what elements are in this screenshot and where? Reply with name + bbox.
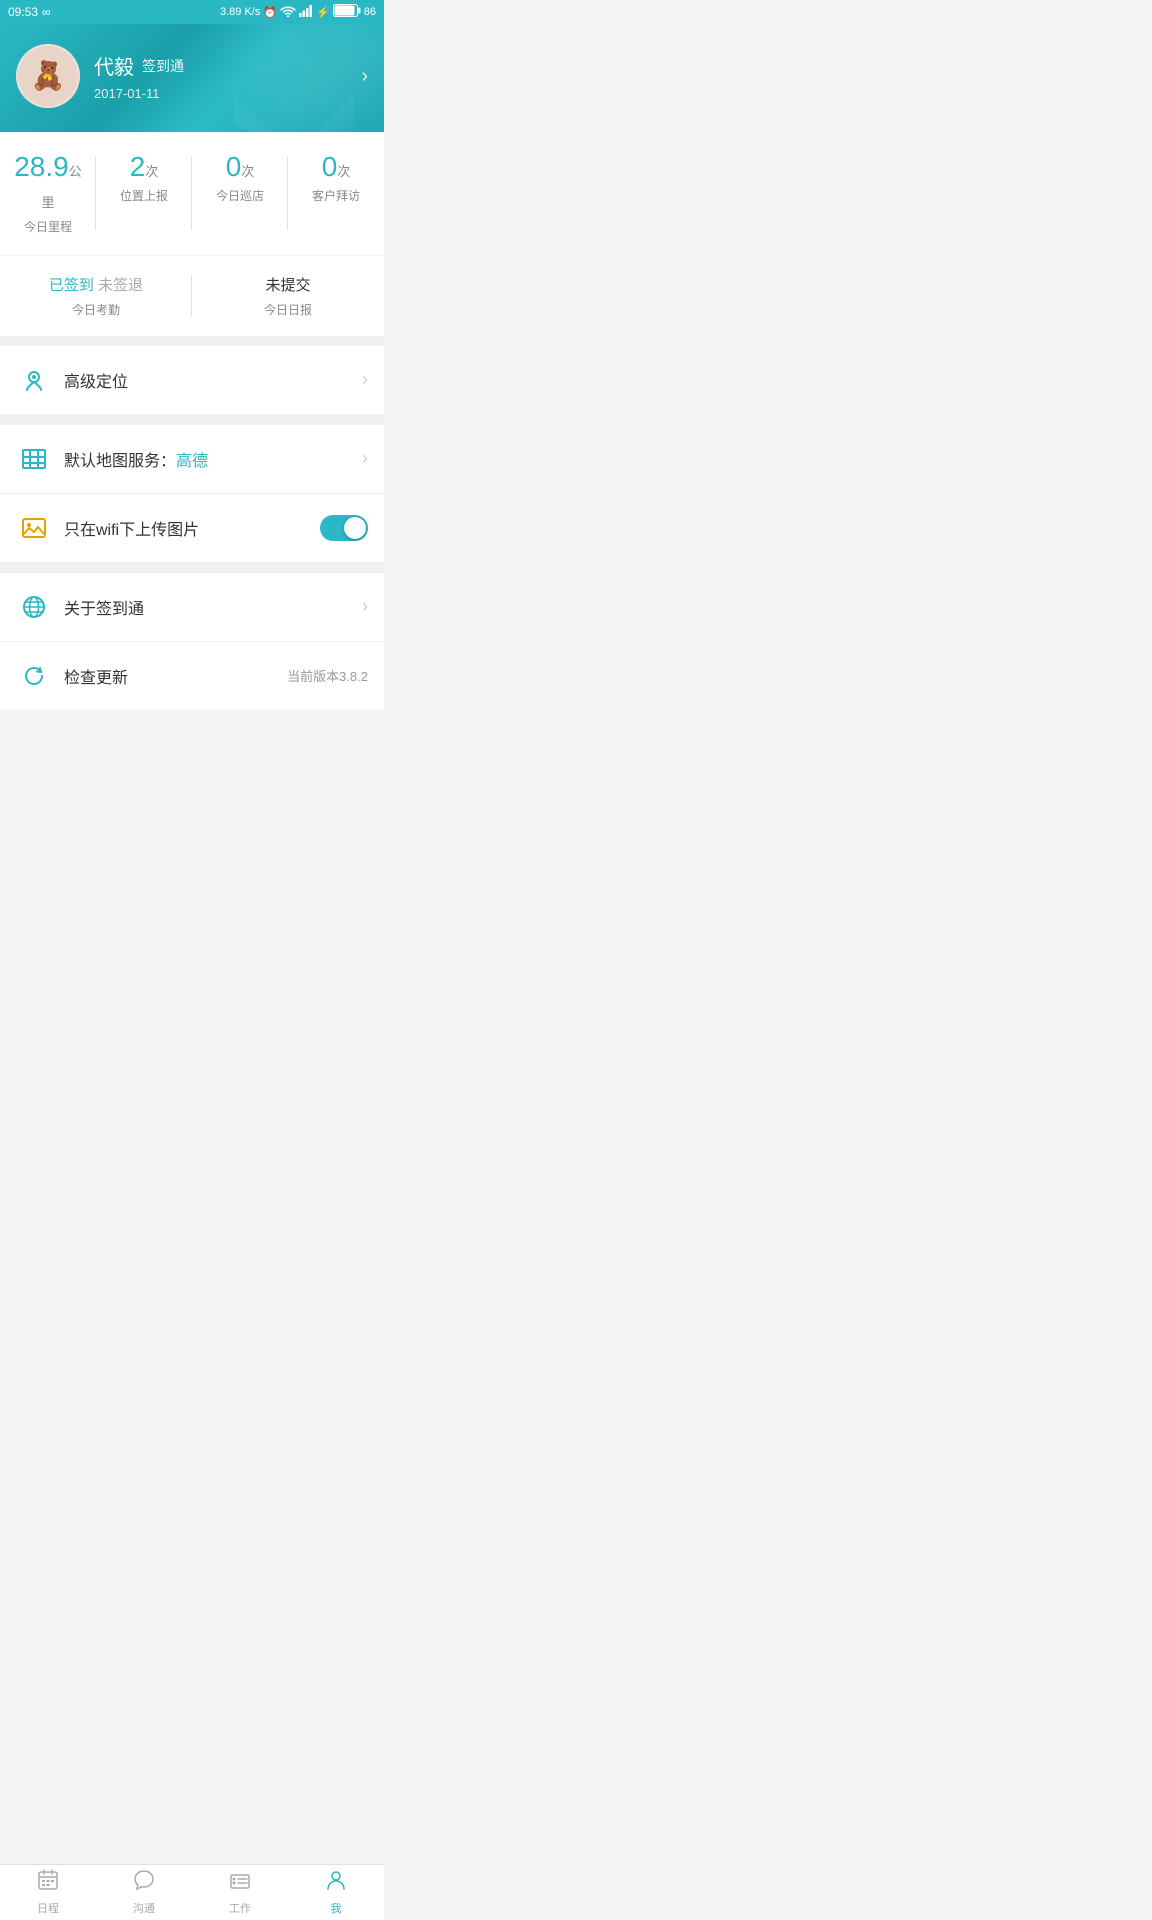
daily-label: 今日日报 [200,301,376,318]
toggle-knob [344,517,366,539]
separator-3 [0,563,384,573]
attendance-checkin: 已签到 未签退 今日考勤 [0,270,192,322]
infinity-icon: ∞ [42,5,51,19]
nav-label-me: 我 [331,1900,342,1916]
bottom-nav: 日程 沟通 工作 我 [0,1864,384,1920]
stat-location-number: 2 [130,151,146,182]
menu-item-advanced-location[interactable]: 高级定位 › [0,346,384,415]
profile-header[interactable]: 🧸 代毅 签到通 2017-01-11 › [0,24,384,132]
refresh-icon [16,658,52,694]
wifi-icon [280,5,296,20]
avatar: 🧸 [16,44,80,108]
menu-item-wifi-upload[interactable]: 只在wifi下上传图片 [0,494,384,563]
daily-status: 未提交 [200,274,376,295]
status-bar: 09:53 ∞ 3.89 K/s ⏰ [0,0,384,24]
menu-arrow-map-service: › [362,448,368,469]
version-text: 当前版本3.8.2 [287,666,368,685]
attendance-section: 已签到 未签退 今日考勤 未提交 今日日报 [0,256,384,336]
menu-text-check-update: 检查更新 [64,664,287,688]
separator-2 [0,415,384,425]
calendar-icon [37,1869,59,1897]
menu-section: 高级定位 › 默认地图服务：高德 › [0,346,384,711]
status-time: 09:53 [8,5,38,19]
map-icon [16,441,52,477]
stat-patrol-unit: 次 [241,164,254,179]
chat-icon [133,1869,155,1897]
charging-icon: ⚡ [316,6,330,19]
stat-location: 2次 位置上报 [96,148,192,239]
globe-icon [16,589,52,625]
stat-patrol-number: 0 [226,151,242,182]
stat-location-label: 位置上报 [104,187,184,204]
stats-section: 28.9公里 今日里程 2次 位置上报 0次 今日巡店 0次 客户拜访 [0,132,384,255]
nav-me[interactable]: 我 [288,1865,384,1920]
battery-percent: 86 [364,6,376,18]
separator-1 [0,336,384,346]
stat-patrol-label: 今日巡店 [200,187,280,204]
menu-item-check-update[interactable]: 检查更新 当前版本3.8.2 [0,642,384,711]
header-info: 代毅 签到通 2017-01-11 [94,51,361,101]
user-name: 代毅 [94,51,134,80]
image-icon [16,510,52,546]
checkin-label: 今日考勤 [8,301,184,318]
checkin-status: 已签到 未签退 [8,274,184,295]
stat-visit: 0次 客户拜访 [288,148,384,239]
stat-mileage-label: 今日里程 [8,218,88,235]
app-name: 签到通 [142,56,184,76]
clock-icon: ⏰ [263,6,277,19]
stat-mileage-number: 28.9 [14,151,69,182]
stat-visit-unit: 次 [337,164,350,179]
header-date: 2017-01-11 [94,86,361,101]
stat-patrol: 0次 今日巡店 [192,148,288,239]
stat-visit-number: 0 [322,151,338,182]
person-icon [325,1869,347,1897]
network-speed: 3.89 K/s [220,6,260,18]
user-name-line: 代毅 签到通 [94,51,361,80]
menu-item-about[interactable]: 关于签到通 › [0,573,384,642]
battery-level [333,4,361,20]
attendance-daily: 未提交 今日日报 [192,270,384,322]
wifi-upload-toggle[interactable] [320,515,368,541]
stat-mileage: 28.9公里 今日里程 [0,148,96,239]
nav-work[interactable]: 工作 [192,1865,288,1920]
nav-label-chat: 沟通 [133,1900,155,1916]
menu-text-map-service: 默认地图服务：高德 [64,447,362,471]
menu-text-about: 关于签到通 [64,595,362,619]
menu-arrow-about: › [362,596,368,617]
stat-visit-label: 客户拜访 [296,187,376,204]
nav-label-schedule: 日程 [37,1900,59,1916]
nav-chat[interactable]: 沟通 [96,1865,192,1920]
stat-location-unit: 次 [145,164,158,179]
nav-schedule[interactable]: 日程 [0,1865,96,1920]
menu-text-advanced-location: 高级定位 [64,368,362,392]
signal-icon [299,5,313,20]
header-nav-arrow[interactable]: › [361,65,368,88]
menu-arrow-advanced-location: › [362,369,368,390]
location-icon [16,362,52,398]
menu-text-wifi-upload: 只在wifi下上传图片 [64,516,320,540]
menu-item-map-service[interactable]: 默认地图服务：高德 › [0,425,384,494]
nav-label-work: 工作 [229,1900,251,1916]
work-icon [229,1869,251,1897]
